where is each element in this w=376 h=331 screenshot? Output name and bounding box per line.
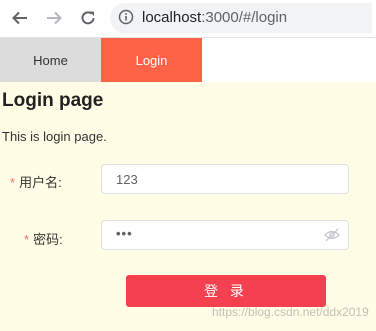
back-icon[interactable] bbox=[8, 6, 32, 30]
nav-login-link[interactable]: Login bbox=[101, 38, 202, 82]
reload-icon[interactable] bbox=[76, 6, 100, 30]
login-button[interactable]: 登 录 bbox=[126, 275, 326, 307]
username-label: * 用户名: bbox=[10, 172, 62, 191]
browser-toolbar: localhost:3000/#/login bbox=[0, 0, 376, 38]
url-path: :3000/#/login bbox=[201, 9, 288, 26]
username-value: 123 bbox=[116, 172, 138, 187]
page-title: Login page bbox=[2, 90, 104, 111]
forward-icon[interactable] bbox=[42, 6, 66, 30]
username-label-text: 用户名: bbox=[19, 175, 62, 190]
url-text: localhost:3000/#/login bbox=[142, 9, 287, 27]
password-value: ••• bbox=[116, 226, 133, 241]
watermark: https://blog.csdn.net/ddx2019 bbox=[212, 305, 369, 319]
password-input[interactable]: ••• bbox=[101, 220, 349, 250]
password-label: * 密码: bbox=[24, 229, 63, 248]
required-mark: * bbox=[24, 232, 30, 247]
eye-slash-icon[interactable] bbox=[324, 228, 340, 242]
app-nav: Home Login bbox=[0, 38, 376, 82]
address-bar[interactable]: localhost:3000/#/login bbox=[110, 3, 372, 33]
required-mark: * bbox=[10, 175, 16, 190]
password-label-text: 密码: bbox=[33, 232, 63, 247]
username-input[interactable]: 123 bbox=[101, 164, 349, 194]
nav-home-link[interactable]: Home bbox=[0, 38, 101, 82]
page-description: This is login page. bbox=[2, 129, 107, 144]
info-icon[interactable] bbox=[118, 9, 134, 25]
url-host: localhost bbox=[142, 9, 202, 26]
